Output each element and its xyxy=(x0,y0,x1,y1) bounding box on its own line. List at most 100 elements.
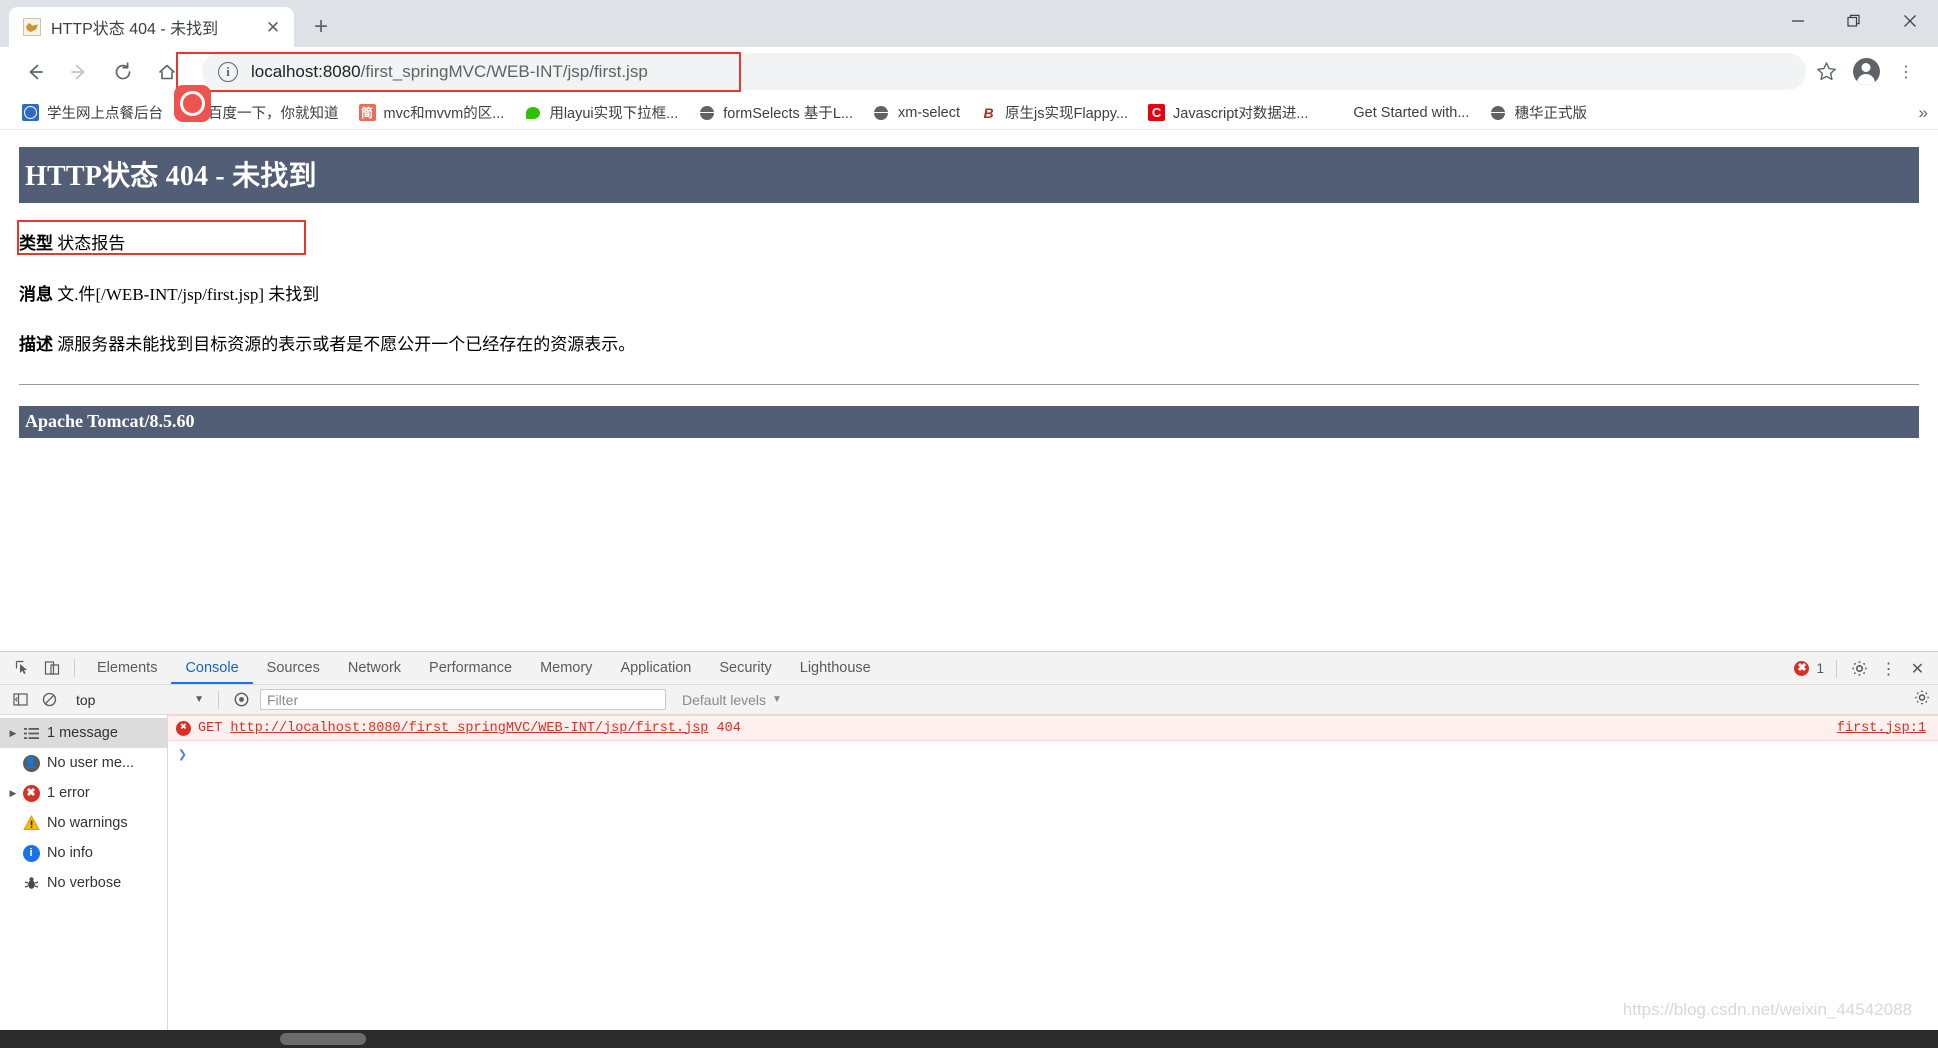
bookmark-label: 用layui实现下拉框... xyxy=(549,106,679,122)
clear-console-icon[interactable] xyxy=(35,685,64,714)
profile-icon xyxy=(1852,58,1880,85)
sidebar-toggle-icon[interactable] xyxy=(6,685,35,714)
close-window-icon[interactable] xyxy=(1882,0,1938,42)
chevron-right-icon[interactable]: ▶ xyxy=(6,788,20,799)
console-body: ▶ 1 message 👤 No user me... ▶ ✖ 1 error … xyxy=(0,715,1938,1048)
tab-security[interactable]: Security xyxy=(705,652,785,684)
tab-application[interactable]: Application xyxy=(606,652,705,684)
bookmark-label: Get Started with... xyxy=(1353,104,1470,121)
gear-icon[interactable] xyxy=(1845,654,1874,683)
tab-strip: HTTP状态 404 - 未找到 ✕ + xyxy=(0,0,1938,47)
devtools-right-controls: ✖ 1 ⋮ ✕ xyxy=(1794,652,1932,685)
row-key: 消息 xyxy=(19,284,53,304)
chevron-down-icon: ▼ xyxy=(194,694,204,705)
avatar[interactable] xyxy=(1846,52,1886,92)
minimize-icon[interactable] xyxy=(1770,0,1826,42)
console-prompt[interactable]: ❯ xyxy=(168,741,1938,767)
cursor-annotation-icon xyxy=(174,85,211,122)
divider xyxy=(218,690,219,709)
console-source-link[interactable]: first.jsp:1 xyxy=(1837,721,1926,736)
filter-input[interactable]: Filter xyxy=(260,689,666,710)
bookmark-label: Javascript对数据进... xyxy=(1173,106,1309,122)
error-count-badge[interactable]: ✖ 1 xyxy=(1794,661,1824,676)
bookmark-label: mvc和mvvm的区... xyxy=(383,106,505,122)
bookmark-item[interactable]: 用layui实现下拉框... xyxy=(516,98,686,127)
tab-console[interactable]: Console xyxy=(171,652,252,684)
user-glyph: 👤 xyxy=(22,754,40,772)
row-value: 文.件[/WEB-INT/jsp/first.jsp] 未找到 xyxy=(57,284,320,304)
sidebar-item-label: No info xyxy=(47,845,93,861)
sidebar-item-errors[interactable]: ▶ ✖ 1 error xyxy=(0,778,167,808)
sidebar-item-verbose[interactable]: No verbose xyxy=(0,868,167,898)
tab-sources[interactable]: Sources xyxy=(253,652,334,684)
log-levels-select[interactable]: Default levels ▼ xyxy=(682,692,782,708)
console-error-row[interactable]: ✖ GET http://localhost:8080/first_spring… xyxy=(168,715,1938,741)
maximize-icon[interactable] xyxy=(1826,0,1882,42)
user-icon: 👤 xyxy=(20,754,42,772)
bookmark-label: formSelects 基于L... xyxy=(723,106,853,122)
forward-icon[interactable] xyxy=(60,53,98,91)
sidebar-item-label: 1 message xyxy=(47,725,118,741)
bookmark-star-icon[interactable] xyxy=(1806,52,1846,92)
reload-icon[interactable] xyxy=(104,53,142,91)
sidebar-item-label: No warnings xyxy=(47,815,128,831)
bookmark-item[interactable]: 学生网上点餐后台 xyxy=(14,98,171,127)
bookmark-item[interactable]: xm-select xyxy=(865,100,968,125)
devtools-close-icon[interactable]: ✕ xyxy=(1903,654,1932,683)
browser-toolbar: i localhost:8080/first_springMVC/WEB-INT… xyxy=(0,47,1938,96)
bookmark-item[interactable]: Get Started with... xyxy=(1320,100,1477,125)
inspect-element-icon[interactable] xyxy=(8,654,37,683)
console-settings-icon[interactable] xyxy=(1914,689,1930,710)
bookmark-label: xm-select xyxy=(897,104,961,121)
address-bar[interactable]: i localhost:8080/first_springMVC/WEB-INT… xyxy=(202,53,1806,90)
sidebar-item-user-messages[interactable]: 👤 No user me... xyxy=(0,748,167,778)
sidebar-item-info[interactable]: i No info xyxy=(0,838,167,868)
sidebar-item-label: No user me... xyxy=(47,755,135,771)
bookmarks-overflow-icon[interactable]: » xyxy=(1919,103,1928,123)
devtools-panel: Elements Console Sources Network Perform… xyxy=(0,651,1938,1048)
browser-tab[interactable]: HTTP状态 404 - 未找到 ✕ xyxy=(9,7,294,47)
divider xyxy=(74,659,75,677)
device-toolbar-icon[interactable] xyxy=(37,654,66,683)
divider xyxy=(19,383,1919,385)
address-bar-wrap: i localhost:8080/first_springMVC/WEB-INT… xyxy=(202,53,1806,90)
site-info-icon[interactable]: i xyxy=(218,61,238,82)
taskbar-strip xyxy=(0,1030,1938,1048)
request-url[interactable]: http://localhost:8080/first_springMVC/WE… xyxy=(230,721,708,736)
bookmark-item[interactable]: formSelects 基于L... xyxy=(690,98,861,127)
bookmark-item[interactable]: C Javascript对数据进... xyxy=(1140,98,1316,127)
execution-context-select[interactable]: top ▼ xyxy=(70,689,210,711)
new-tab-button[interactable]: + xyxy=(304,10,338,44)
sidebar-item-warnings[interactable]: No warnings xyxy=(0,808,167,838)
bookmark-item[interactable]: B 原生js实现Flappy... xyxy=(972,98,1136,127)
status-badge: 404 xyxy=(716,720,741,736)
window-controls xyxy=(1770,0,1938,42)
wechat-icon xyxy=(524,104,542,121)
browser-menu-icon[interactable]: ⋮ xyxy=(1886,52,1926,92)
live-expression-icon[interactable] xyxy=(227,685,256,714)
url-path: /first_springMVC/WEB-INT/jsp/first.jsp xyxy=(360,61,648,81)
back-icon[interactable] xyxy=(16,53,54,91)
tab-elements[interactable]: Elements xyxy=(83,652,171,684)
row-value: 状态报告 xyxy=(57,234,126,253)
devtools-menu-icon[interactable]: ⋮ xyxy=(1874,654,1903,683)
tab-performance[interactable]: Performance xyxy=(415,652,526,684)
close-icon[interactable]: ✕ xyxy=(262,16,284,38)
bookmark-item[interactable]: 简 mvc和mvvm的区... xyxy=(351,98,513,127)
status-row-description: 描述 源服务器未能找到目标资源的表示或者是不愿公开一个已经存在的资源表示。 xyxy=(19,333,1919,358)
chevron-right-icon[interactable]: ▶ xyxy=(6,728,20,739)
tab-lighthouse[interactable]: Lighthouse xyxy=(786,652,885,684)
execution-context-value: top xyxy=(76,691,96,708)
row-key: 类型 xyxy=(19,234,53,253)
url-text: localhost:8080/first_springMVC/WEB-INT/j… xyxy=(251,62,648,82)
bookmark-label: 穗华正式版 xyxy=(1514,106,1587,122)
tab-memory[interactable]: Memory xyxy=(526,652,606,684)
url-host: localhost:8080 xyxy=(251,61,361,81)
info-glyph: i xyxy=(22,844,40,862)
bookmark-item[interactable]: 穗华正式版 xyxy=(1481,98,1595,127)
error-count-label: 1 xyxy=(1816,661,1824,676)
browser-window: HTTP状态 404 - 未找到 ✕ + i localhost:8080/fi… xyxy=(0,0,1938,1048)
sidebar-item-messages[interactable]: ▶ 1 message xyxy=(0,718,167,748)
tab-network[interactable]: Network xyxy=(334,652,415,684)
scrollbar-thumb[interactable] xyxy=(280,1033,366,1045)
